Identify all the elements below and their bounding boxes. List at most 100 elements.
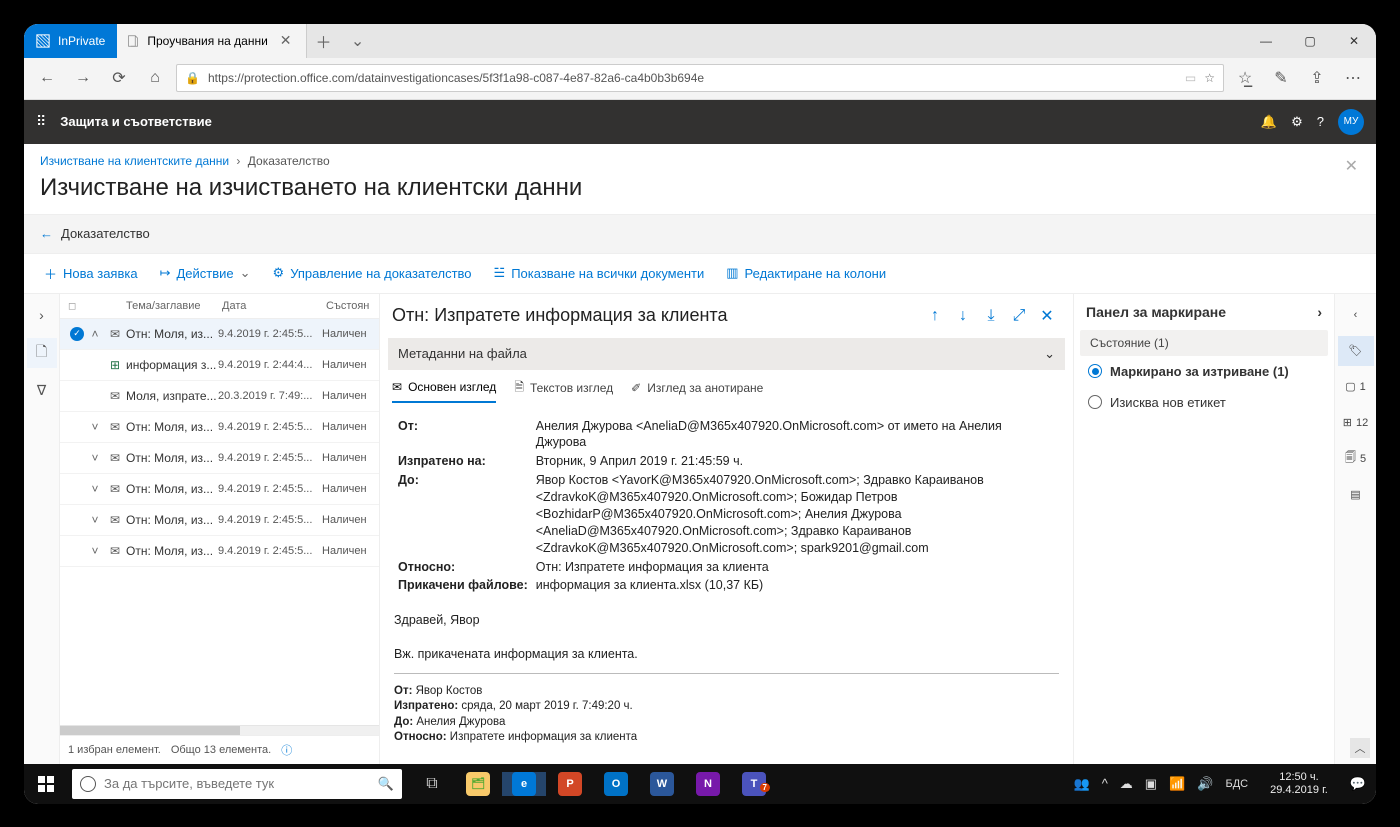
col-status[interactable]: Състоян (326, 300, 371, 312)
new-tab-button[interactable]: ＋ (307, 24, 341, 58)
url-input[interactable] (208, 71, 1177, 85)
task-view-icon[interactable]: ⧉ (410, 775, 454, 793)
tag-option-needs-label[interactable]: Изисква нов етикет (1074, 387, 1334, 418)
rail-expand-icon[interactable]: › (27, 300, 57, 330)
wifi-icon[interactable]: 📶 (1169, 776, 1185, 792)
teams-icon[interactable]: T7 (732, 772, 776, 796)
favorite-star-icon[interactable]: ☆ (1204, 71, 1215, 85)
nav-forward-button[interactable]: → (68, 63, 98, 93)
tag-group-status[interactable]: Състояние (1) (1080, 330, 1328, 356)
cmd-manage-evidence[interactable]: ⚙Управление на доказателство (265, 261, 480, 285)
window-minimize-button[interactable]: — (1244, 24, 1288, 58)
favorites-hub-icon[interactable]: ☆̲ (1230, 63, 1260, 93)
tab-actions-chevron-icon[interactable]: ⌄ (341, 24, 375, 58)
window-maximize-button[interactable]: ▢ (1288, 24, 1332, 58)
taskbar-search[interactable]: 🔍 (72, 769, 402, 799)
file-metadata-toggle[interactable]: Метаданни на файла ⌄ (388, 338, 1065, 370)
detail-close-icon[interactable]: ✕ (1033, 302, 1061, 330)
user-avatar[interactable]: МУ (1338, 109, 1364, 135)
outlook-icon[interactable]: O (594, 772, 638, 796)
cmd-show-all-docs[interactable]: ☱Показване на всички документи (486, 261, 713, 285)
chevron-right-icon[interactable]: › (1317, 304, 1322, 320)
action-center-icon[interactable]: 💬 (1350, 776, 1366, 792)
taskbar-clock[interactable]: 12:50 ч. 29.4.2019 г. (1260, 771, 1338, 795)
url-field[interactable]: 🔒 ▭ ☆ (176, 64, 1224, 92)
detail-download-icon[interactable]: ⤓ (977, 302, 1005, 330)
cmd-action[interactable]: ↦Действие⌄ (152, 261, 259, 285)
tray-chevron-icon[interactable]: ^ (1102, 776, 1108, 791)
row-chevron-icon[interactable]: ˅ (86, 513, 104, 527)
table-row[interactable]: ⊞информация з...9.4.2019 г. 2:44:4...Нал… (60, 350, 379, 381)
row-date: 9.4.2019 г. 2:45:5... (218, 328, 322, 340)
table-row[interactable]: ˅✉Отн: Моля, из...9.4.2019 г. 2:45:5...Н… (60, 536, 379, 567)
close-panel-icon[interactable]: ✕ (1345, 156, 1358, 176)
cmd-edit-columns[interactable]: ▥Редактиране на колони (718, 261, 894, 285)
detail-next-icon[interactable]: ↓ (949, 302, 977, 330)
back-evidence-bar[interactable]: ← Доказателство (24, 214, 1376, 254)
more-icon[interactable]: ⋯ (1338, 63, 1368, 93)
word-icon[interactable]: W (640, 772, 684, 796)
row-subject: Отн: Моля, из... (126, 451, 218, 465)
inprivate-label: InPrivate (58, 34, 105, 48)
browser-tab[interactable]: Проучвания на данни ✕ (117, 24, 306, 58)
table-row[interactable]: ✉Моля, изпрате...20.3.2019 г. 7:49:...На… (60, 381, 379, 412)
edge-browser-icon[interactable]: e (502, 772, 546, 796)
reading-view-icon[interactable]: ▭ (1185, 71, 1196, 85)
table-row[interactable]: ˅✉Отн: Моля, из...9.4.2019 г. 2:45:5...Н… (60, 505, 379, 536)
col-date[interactable]: Дата (222, 300, 326, 312)
rail-search-icon[interactable]: 🗋 (27, 338, 57, 368)
taskbar-search-input[interactable] (104, 776, 370, 791)
volume-icon[interactable]: 🔊 (1197, 776, 1213, 792)
tray-app-icon[interactable]: ▣ (1145, 776, 1157, 792)
notifications-icon[interactable]: 🔔 (1261, 114, 1277, 130)
onedrive-icon[interactable]: ☁ (1120, 776, 1133, 792)
nav-home-button[interactable]: ⌂ (140, 63, 170, 93)
file-explorer-icon[interactable]: 🗂 (456, 772, 500, 796)
table-row[interactable]: ˅✉Отн: Моля, из...9.4.2019 г. 2:45:5...Н… (60, 412, 379, 443)
nav-back-button[interactable]: ← (32, 63, 62, 93)
tab-text-view[interactable]: 🗎Текстов изглед (514, 378, 613, 403)
right-rail-item-1[interactable]: ▢1 (1338, 372, 1374, 402)
help-icon[interactable]: ? (1317, 114, 1324, 129)
powerpoint-icon[interactable]: P (548, 772, 592, 796)
horizontal-scrollbar[interactable] (60, 725, 379, 735)
rail-filter-icon[interactable]: ∇ (27, 376, 57, 406)
nav-refresh-button[interactable]: ⟳ (104, 63, 134, 93)
app-launcher-icon[interactable]: ⠿ (36, 113, 46, 130)
col-subject[interactable]: Тема/заглавие (126, 300, 222, 312)
settings-gear-icon[interactable]: ⚙ (1291, 114, 1303, 130)
tab-annotate-view[interactable]: ✐Изглед за анотиране (631, 378, 763, 403)
row-chevron-icon[interactable]: ˅ (86, 544, 104, 558)
table-row[interactable]: ˅✉Отн: Моля, из...9.4.2019 г. 2:45:5...Н… (60, 474, 379, 505)
row-date: 9.4.2019 г. 2:45:5... (218, 452, 322, 464)
detail-expand-icon[interactable]: ⤢ (1005, 302, 1033, 330)
onenote-icon[interactable]: N (686, 772, 730, 796)
row-chevron-icon[interactable]: ˅ (86, 451, 104, 465)
language-icon[interactable]: БДС (1225, 778, 1248, 790)
row-chevron-icon[interactable]: ˅ (86, 482, 104, 496)
right-rail-collapse-icon[interactable]: ‹ (1338, 300, 1374, 330)
breadcrumb-root[interactable]: Изчистване на клиентските данни (40, 154, 229, 168)
row-chevron-icon[interactable]: ˄ (86, 327, 104, 341)
tab-close-icon[interactable]: ✕ (276, 32, 296, 49)
right-rail-item-2[interactable]: ⊞12 (1338, 408, 1374, 438)
info-icon[interactable]: ⓘ (281, 742, 292, 758)
right-rail-item-3[interactable]: 🗐5 (1338, 444, 1374, 474)
notes-icon[interactable]: ✎ (1266, 63, 1296, 93)
people-icon[interactable]: 👥 (1074, 776, 1090, 792)
detail-prev-icon[interactable]: ↑ (921, 302, 949, 330)
row-subject: Моля, изпрате... (126, 389, 218, 403)
tab-native-view[interactable]: ✉Основен изглед (392, 378, 496, 403)
table-row[interactable]: ˅✉Отн: Моля, из...9.4.2019 г. 2:45:5...Н… (60, 443, 379, 474)
window-close-button[interactable]: ✕ (1332, 24, 1376, 58)
row-subject: информация з... (126, 358, 218, 372)
right-rail-item-4[interactable]: ▤ (1338, 480, 1374, 510)
cmd-new-query[interactable]: ＋Нова заявка (36, 260, 146, 287)
scroll-up-button[interactable]: ︿ (1350, 738, 1370, 758)
share-icon[interactable]: ⇪ (1302, 63, 1332, 93)
start-button[interactable] (24, 764, 68, 804)
tag-option-marked-delete[interactable]: Маркирано за изтриване (1) (1074, 356, 1334, 387)
table-row[interactable]: ✓˄✉Отн: Моля, из...9.4.2019 г. 2:45:5...… (60, 319, 379, 350)
row-chevron-icon[interactable]: ˅ (86, 420, 104, 434)
right-rail-tag-icon[interactable]: 🏷 (1338, 336, 1374, 366)
